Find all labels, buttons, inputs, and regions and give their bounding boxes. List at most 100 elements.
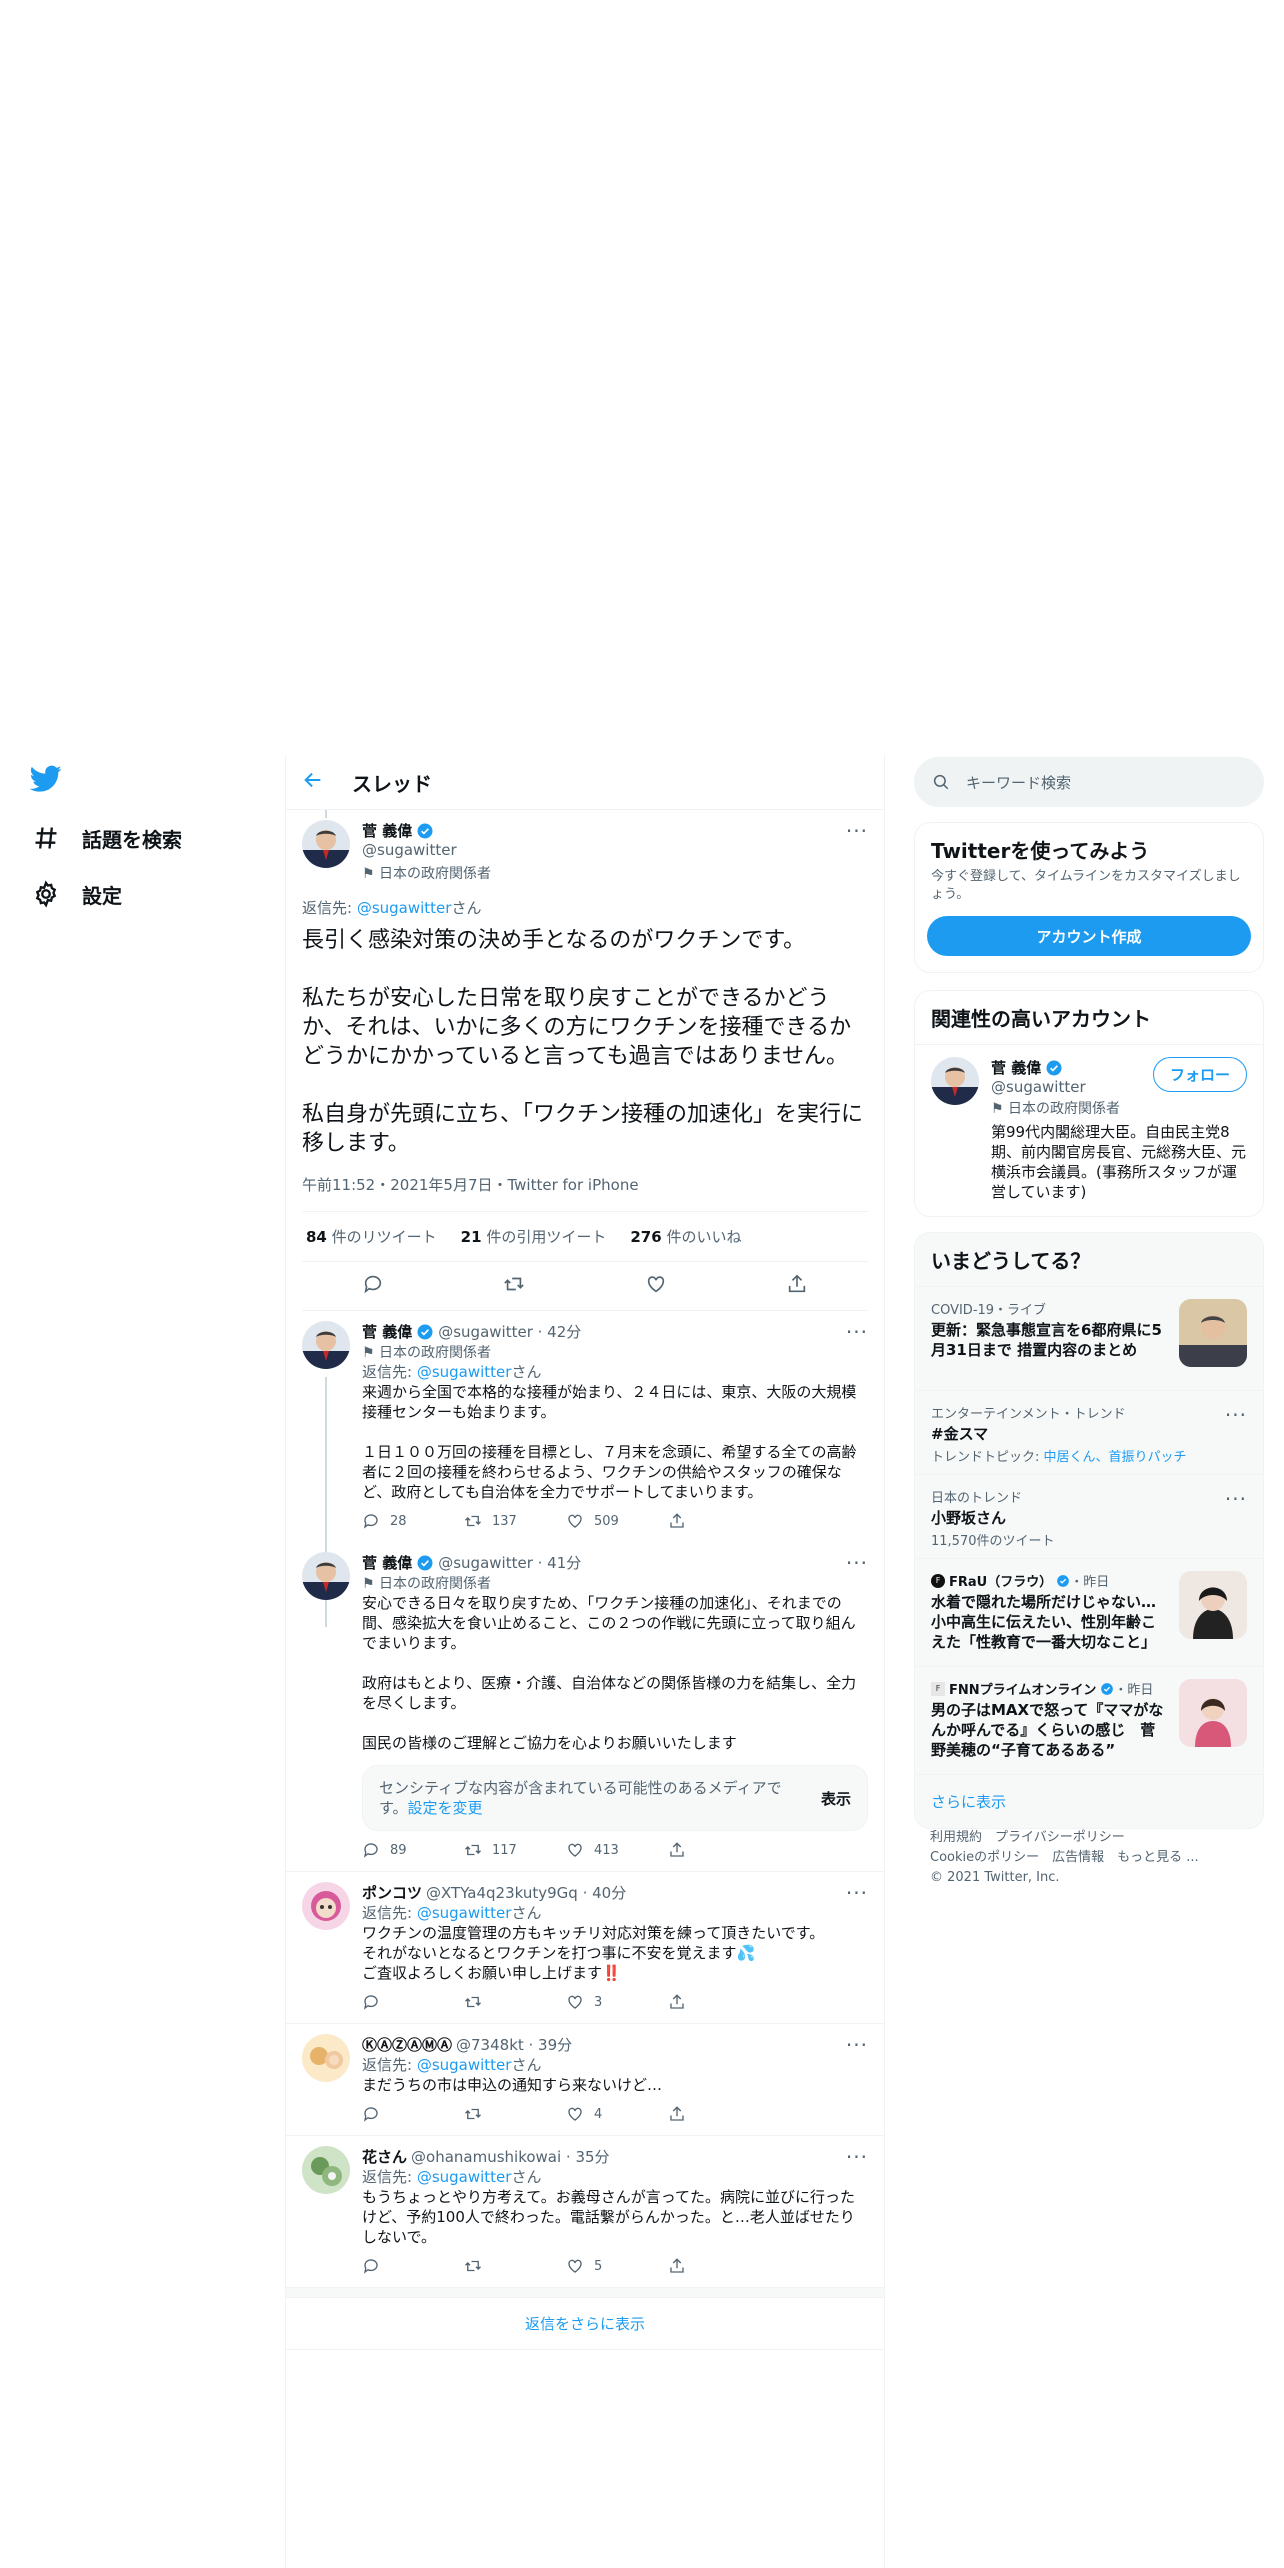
trend-item[interactable]: エンターテインメント・トレンド #金スマ トレンドトピック: 中居くん、首振りパ…	[915, 1390, 1263, 1474]
author-handle[interactable]: @ohanamushikowai · 35分	[411, 2146, 610, 2167]
author-handle[interactable]: @7348kt · 39分	[456, 2034, 572, 2055]
search-input[interactable]: キーワード検索	[966, 772, 1071, 793]
change-settings-link[interactable]: 設定を変更	[408, 1799, 483, 1817]
show-more-replies-button[interactable]: 返信をさらに表示	[286, 2298, 884, 2350]
retweet-icon[interactable]	[503, 1273, 525, 1299]
like-button[interactable]: 5	[566, 2257, 668, 2275]
like-button[interactable]: 413	[566, 1841, 668, 1859]
retweet-button[interactable]	[464, 2257, 566, 2275]
retweet-button[interactable]: 137	[464, 1512, 566, 1530]
author-name[interactable]: 菅 義偉	[362, 820, 412, 841]
twitter-logo-icon[interactable]	[29, 765, 62, 797]
more-options-icon[interactable]: ···	[846, 1553, 868, 1573]
avatar[interactable]	[302, 2034, 350, 2082]
quotes-stat[interactable]: 21 件の引用ツイート	[461, 1226, 607, 1247]
author-handle[interactable]: @sugawitter · 41分	[438, 1552, 581, 1573]
trends-title: いまどうしてる？	[931, 1249, 1091, 1273]
retweet-button[interactable]: 117	[464, 1841, 566, 1859]
share-button[interactable]	[668, 1512, 770, 1530]
reply-button[interactable]	[362, 1993, 464, 2011]
footer-copyright: © 2021 Twitter, Inc.	[930, 1870, 1060, 1885]
author-handle[interactable]: @sugawitter	[362, 841, 868, 859]
reply-tweet[interactable]: ⓀⒶⓏⒶⓂⒶ @7348kt · 39分 ··· 返信先: @sugawitte…	[286, 2024, 884, 2136]
share-icon[interactable]	[786, 1273, 808, 1299]
avatar[interactable]	[302, 2146, 350, 2194]
share-icon	[670, 2106, 684, 2121]
retweet-button[interactable]	[464, 2105, 566, 2123]
more-options-icon[interactable]: ···	[846, 1322, 868, 1342]
tweet-actions: 5	[362, 2257, 868, 2275]
more-options-icon[interactable]: ···	[846, 1883, 868, 1903]
like-button[interactable]: 509	[566, 1512, 668, 1530]
avatar[interactable]	[302, 820, 350, 868]
verified-badge-icon	[417, 1324, 433, 1339]
like-button[interactable]: 4	[566, 2105, 668, 2123]
more-options-icon[interactable]: ···	[846, 2147, 868, 2167]
footer-line-1[interactable]: 利用規約 プライバシーポリシー	[930, 1828, 1199, 1848]
reply-prefix: 返信先:	[302, 899, 357, 917]
government-label: ⚑ 日本の政府関係者	[362, 1573, 868, 1593]
like-icon[interactable]	[645, 1273, 667, 1299]
share-button[interactable]	[668, 2105, 770, 2123]
more-options-icon[interactable]: ···	[1225, 1405, 1247, 1425]
footer-line-2[interactable]: Cookieのポリシー 広告情報 もっと見る ...	[930, 1848, 1199, 1868]
avatar[interactable]	[931, 1057, 979, 1105]
likes-stat[interactable]: 276 件のいいね	[630, 1226, 741, 1247]
author-name[interactable]: 菅 義偉	[362, 1552, 412, 1573]
reply-button[interactable]: 89	[362, 1841, 464, 1859]
author-name[interactable]: ポンコツ	[362, 1882, 422, 1903]
reply-tweet[interactable]: ポンコツ @XTYa4q23kuty9Gq · 40分 ··· 返信先: @su…	[286, 1872, 884, 2024]
author-handle[interactable]: @sugawitter	[991, 1078, 1086, 1096]
tweet-stats: 84 件のリツイート 21 件の引用ツイート 276 件のいいね	[302, 1212, 868, 1262]
share-button[interactable]	[668, 1841, 770, 1859]
more-options-icon[interactable]: ···	[846, 2035, 868, 2055]
author-name[interactable]: 菅 義偉	[991, 1057, 1041, 1078]
reply-tweet[interactable]: 菅 義偉 @sugawitter · 41分 ··· ⚑ 日本の政府関係者 安心…	[286, 1542, 884, 1872]
government-label-text: 日本の政府関係者	[1008, 1101, 1121, 1117]
reply-tweet[interactable]: 花さん @ohanamushikowai · 35分 ··· 返信先: @sug…	[286, 2136, 884, 2288]
author-handle[interactable]: @sugawitter · 42分	[438, 1321, 581, 1342]
reply-handle-link[interactable]: @sugawitter	[357, 899, 452, 917]
avatar[interactable]	[302, 1882, 350, 1930]
avatar[interactable]	[302, 1552, 350, 1600]
reply-button[interactable]	[362, 2257, 464, 2275]
retweets-stat[interactable]: 84 件のリツイート	[306, 1226, 437, 1247]
search-box[interactable]: キーワード検索	[914, 757, 1264, 807]
reply-tweet[interactable]: 菅 義偉 @sugawitter · 42分 ··· ⚑ 日本の政府関係者 返信…	[286, 1311, 884, 1627]
show-more-trends[interactable]: さらに表示	[915, 1774, 1263, 1828]
tweet-meta[interactable]: 午前11:52・2021年5月7日・Twitter for iPhone	[302, 1174, 868, 1212]
relevant-account[interactable]: 菅 義偉 @sugawitter フォロー ⚑ 日本の政府関係者 第99代内閣総…	[915, 1044, 1263, 1216]
trend-item[interactable]: F FRaU（フラウ） ・昨日 水着で隠れた場所だけじゃない…小中高生に伝えたい…	[915, 1558, 1263, 1666]
more-options-icon[interactable]: ···	[846, 821, 868, 841]
trend-topic-links[interactable]: 中居くん、首振りパッチ	[1044, 1450, 1187, 1465]
show-more-link[interactable]: さらに表示	[931, 1791, 1006, 1812]
retweet-button[interactable]	[464, 1993, 566, 2011]
more-options-icon[interactable]: ···	[1225, 1489, 1247, 1509]
reply-button[interactable]: 28	[362, 1512, 464, 1530]
trend-item[interactable]: COVID-19・ライブ 更新：緊急事態宣言を6都府県に5月31日まで 措置内容…	[915, 1286, 1263, 1390]
author-name[interactable]: 菅 義偉	[362, 1321, 412, 1342]
share-button[interactable]	[668, 1993, 770, 2011]
nav-settings[interactable]: 設定	[32, 866, 182, 922]
trend-thumbnail	[1179, 1679, 1247, 1747]
avatar[interactable]	[302, 1321, 350, 1369]
share-button[interactable]	[668, 2257, 770, 2275]
follow-button[interactable]: フォロー	[1152, 1057, 1247, 1092]
reply-handle-link[interactable]: @sugawitter	[417, 1363, 512, 1381]
trend-item[interactable]: 日本のトレンド 小野坂さん 11,570件のツイート ···	[915, 1474, 1263, 1558]
reply-handle-link[interactable]: @sugawitter	[417, 2168, 512, 2186]
back-arrow-icon[interactable]	[302, 769, 324, 795]
like-button[interactable]: 3	[566, 1993, 668, 2011]
reply-button[interactable]	[362, 2105, 464, 2123]
author-handle[interactable]: @XTYa4q23kuty9Gq · 40分	[426, 1882, 626, 1903]
author-name[interactable]: ⓀⒶⓏⒶⓂⒶ	[362, 2034, 452, 2055]
trend-item[interactable]: F FNNプライムオンライン ・昨日 男の子はMAXで怒って『ママがなんか呼んで…	[915, 1666, 1263, 1774]
nav-explore[interactable]: 話題を検索	[32, 810, 182, 866]
reply-icon[interactable]	[362, 1273, 384, 1299]
reply-handle-link[interactable]: @sugawitter	[417, 2056, 512, 2074]
create-account-button[interactable]: アカウント作成	[927, 916, 1251, 956]
show-media-button[interactable]: 表示	[821, 1788, 851, 1809]
reply-handle-link[interactable]: @sugawitter	[417, 1904, 512, 1922]
author-name[interactable]: 花さん	[362, 2146, 407, 2167]
tweet-text: 来週から全国で本格的な接種が始まり、２４日には、東京、大阪の大規模接種センターも…	[362, 1383, 857, 1501]
